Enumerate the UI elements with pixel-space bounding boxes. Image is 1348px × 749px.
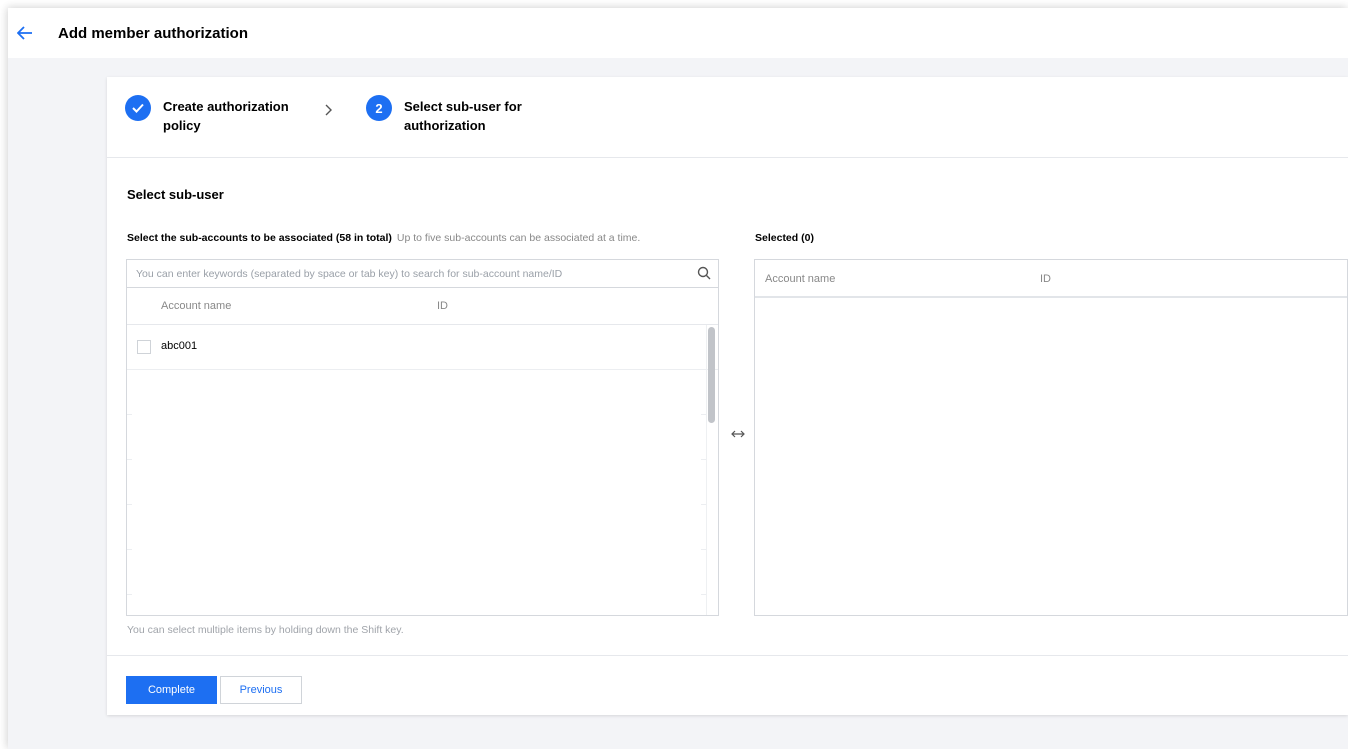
table-row[interactable]: abc001 <box>127 325 718 370</box>
column-header-account-name: Account name <box>765 273 836 285</box>
account-list: abc001 <box>127 325 718 615</box>
column-header-id: ID <box>437 300 448 312</box>
previous-button[interactable]: Previous <box>220 676 302 704</box>
top-bar: Add member authorization <box>8 8 1348 58</box>
step-number: 2 <box>366 95 392 121</box>
right-panel-title: Selected (0) <box>755 232 814 244</box>
empty-row <box>127 505 718 550</box>
app-window: Add member authorization Create authoriz… <box>8 8 1348 749</box>
shift-select-hint: You can select multiple items by holding… <box>127 624 404 636</box>
chevron-right-icon <box>323 103 333 121</box>
empty-row <box>127 415 718 460</box>
section-title: Select sub-user <box>127 187 224 202</box>
scrollbar-thumb[interactable] <box>708 327 715 423</box>
empty-row <box>127 370 718 415</box>
table-header: Account name ID <box>755 260 1347 298</box>
step-label: Create authorization policy <box>163 97 289 135</box>
step-label: Select sub-user for authorization <box>404 97 522 135</box>
scrollbar-track[interactable] <box>706 325 718 615</box>
account-name-cell: abc001 <box>161 340 198 352</box>
empty-row <box>127 550 718 595</box>
transfer-arrows-icon <box>731 426 745 444</box>
available-accounts-panel: Account name ID abc001 <box>126 259 719 616</box>
table-header: Account name ID <box>127 288 718 325</box>
step-label-line: Create authorization <box>163 99 289 114</box>
step-create-policy: Create authorization policy <box>125 95 289 135</box>
row-checkbox[interactable] <box>137 340 151 354</box>
step-label-line: policy <box>163 118 201 133</box>
search-box <box>127 260 718 288</box>
step-select-sub-user: 2 Select sub-user for authorization <box>366 95 522 135</box>
check-icon <box>125 95 151 121</box>
page-title: Add member authorization <box>58 24 249 42</box>
step-label-line: authorization <box>404 118 486 133</box>
empty-row <box>127 460 718 505</box>
left-panel-title: Select the sub-accounts to be associated… <box>127 232 640 244</box>
complete-button[interactable]: Complete <box>126 676 217 704</box>
selected-accounts-panel: Account name ID <box>754 259 1348 616</box>
search-icon[interactable] <box>697 266 711 285</box>
main-card: Create authorization policy 2 Select sub… <box>107 77 1348 715</box>
step-label-line: Select sub-user for <box>404 99 522 114</box>
left-panel-title-hint: Up to five sub-accounts can be associate… <box>396 232 641 244</box>
step-indicator: Create authorization policy 2 Select sub… <box>107 77 1348 158</box>
column-header-account-name: Account name <box>161 300 232 312</box>
left-panel-title-bold: Select the sub-accounts to be associated… <box>127 232 392 244</box>
footer-actions: Complete Previous <box>107 655 1348 715</box>
column-header-id: ID <box>1040 273 1051 285</box>
arrow-left-icon[interactable] <box>16 24 34 42</box>
search-input[interactable] <box>127 260 687 287</box>
